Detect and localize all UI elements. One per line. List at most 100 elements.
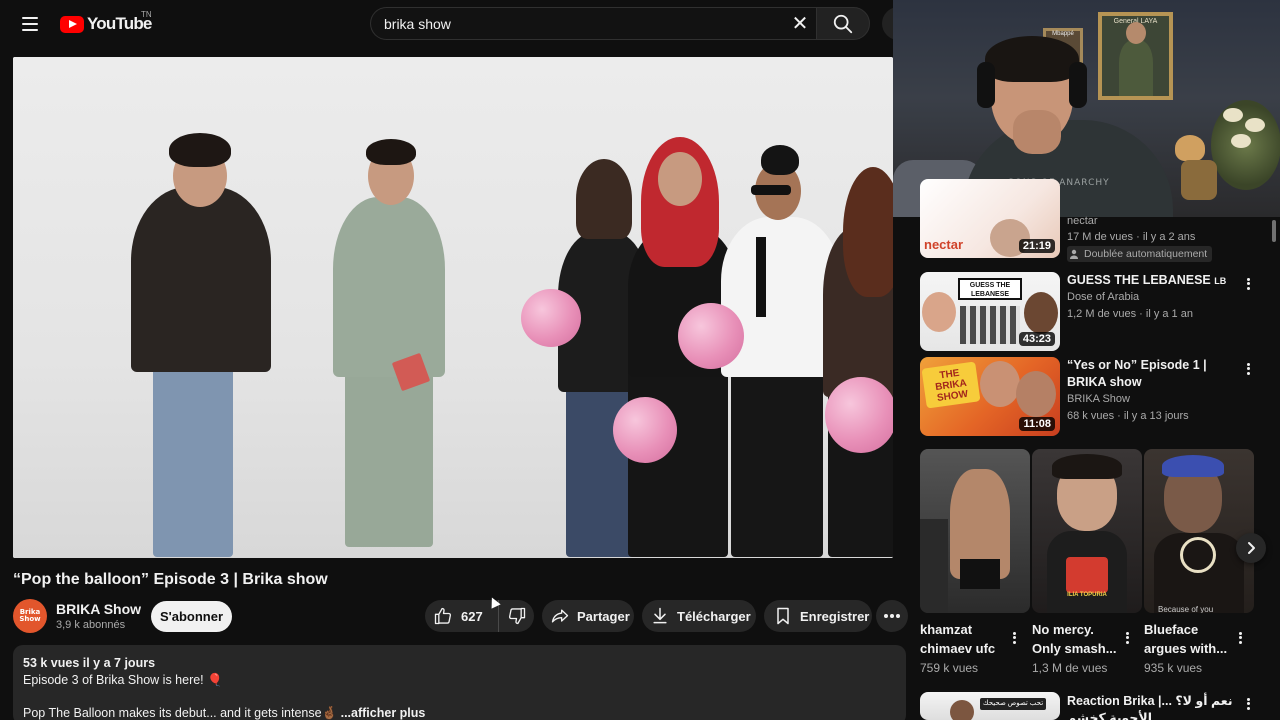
- video-title[interactable]: Reaction Brika |... نعم أو لا؟ الأجوبة ك…: [1067, 693, 1237, 720]
- auto-dubbed-badge: Doublée automatiquement: [1067, 246, 1213, 262]
- shorts-next-button[interactable]: [1236, 533, 1266, 563]
- person-4-head: [658, 152, 702, 206]
- download-label: Télécharger: [677, 608, 751, 624]
- channel-name[interactable]: nectar: [1067, 215, 1098, 227]
- share-button[interactable]: Partager: [542, 600, 634, 632]
- headset-right: [1069, 62, 1087, 108]
- short-hair: [1162, 455, 1224, 477]
- thumb-up-icon: [434, 607, 452, 625]
- portrait-head: [1126, 22, 1146, 44]
- channel-name[interactable]: BRIKA Show: [56, 601, 141, 617]
- search-icon: [833, 14, 853, 33]
- person-6-hair: [843, 167, 893, 297]
- avatar-text: Brika Show: [19, 608, 41, 623]
- short-menu-button[interactable]: [1234, 628, 1246, 648]
- short-caption: ILIA TOPURIA: [1067, 592, 1107, 598]
- download-button[interactable]: Télécharger: [642, 600, 756, 632]
- short-thumbnail[interactable]: ILIA TOPURIA: [1032, 449, 1142, 613]
- search-input[interactable]: [384, 16, 764, 32]
- short-title[interactable]: khamzat chimaev ufc: [920, 620, 1010, 658]
- video-player[interactable]: [13, 57, 893, 558]
- portrait-uniform: [1119, 40, 1153, 96]
- person-2-hair: [366, 139, 416, 165]
- country-code: TN: [141, 10, 152, 19]
- hamburger-icon-line: [22, 23, 38, 25]
- subscribe-button[interactable]: S'abonner: [151, 601, 232, 632]
- person-1-hair: [169, 133, 231, 167]
- related-video-3[interactable]: THE BRIKA SHOW 11:08 “Yes or No” Episode…: [920, 357, 1270, 436]
- related-video-2[interactable]: GUESS THE LEBANESE 43:23 GUESS THE LEBAN…: [920, 272, 1270, 351]
- channel-name[interactable]: Dose of Arabia: [1067, 291, 1139, 303]
- person-2-suit: [333, 197, 445, 377]
- video-stats: 1,2 M de vues · il y a 1 an: [1067, 308, 1193, 320]
- flag-code: LB: [1214, 276, 1227, 286]
- balloon: [613, 397, 677, 463]
- short-views: 1,3 M de vues: [1032, 661, 1108, 675]
- thumbnail-face: [950, 700, 974, 720]
- balloon: [521, 289, 581, 347]
- short-thumbnail[interactable]: [920, 449, 1030, 613]
- thumbnail-face: [1016, 371, 1056, 417]
- save-label: Enregistrer: [800, 608, 870, 624]
- share-label: Partager: [577, 608, 630, 624]
- dubbing-icon: [1070, 249, 1078, 259]
- short-title[interactable]: Blueface argues with...: [1144, 620, 1234, 658]
- hamburger-menu-button[interactable]: [14, 8, 46, 40]
- clear-search-icon[interactable]: ✕: [788, 12, 812, 36]
- person-5-glasses: [751, 185, 791, 195]
- save-button[interactable]: Enregistrer: [764, 600, 872, 632]
- youtube-logo[interactable]: YouTube TN: [60, 10, 152, 36]
- person-5-trousers: [731, 357, 823, 557]
- related-video-4[interactable]: تحب تصوص صحيحك Reaction Brika |... نعم أ…: [920, 692, 1270, 720]
- video-menu-button[interactable]: [1242, 694, 1254, 714]
- dislike-button[interactable]: [499, 600, 534, 632]
- video-menu-button[interactable]: [1242, 274, 1254, 294]
- person-1-jeans: [153, 357, 233, 557]
- video-duration: 43:23: [1018, 332, 1055, 346]
- short-menu-button[interactable]: [1121, 628, 1133, 648]
- headset-left: [977, 62, 995, 108]
- title-text: GUESS THE LEBANESE: [1067, 273, 1211, 287]
- like-dislike-group: 627: [425, 600, 534, 632]
- thumbnail-face: [922, 292, 956, 332]
- bookmark-icon: [777, 607, 789, 625]
- more-horizontal-icon: [884, 614, 900, 618]
- video-menu-button[interactable]: [1242, 359, 1254, 379]
- balloon: [825, 377, 893, 453]
- thumbnail-face: [1024, 292, 1058, 334]
- channel-avatar[interactable]: Brika Show: [13, 599, 47, 633]
- video-thumbnail[interactable]: THE BRIKA SHOW 11:08: [920, 357, 1060, 436]
- video-duration: 11:08: [1019, 417, 1055, 431]
- video-thumbnail[interactable]: تحب تصوص صحيحك: [920, 692, 1060, 720]
- video-title[interactable]: GUESS THE LEBANESE LB: [1067, 272, 1237, 290]
- short-caption: Because of you: [1158, 605, 1214, 613]
- short-figure-shorts: [960, 559, 1000, 589]
- short-views: 935 k vues: [1144, 661, 1203, 675]
- streamer-hair: [985, 36, 1079, 82]
- short-title[interactable]: No mercy. Only smash...: [1032, 620, 1122, 658]
- more-actions-button[interactable]: [876, 600, 908, 632]
- like-count: 627: [461, 608, 483, 624]
- description-box[interactable]: 53 k vues il y a 7 jours Episode 3 of Br…: [13, 645, 906, 720]
- short-menu-button[interactable]: [1008, 628, 1020, 648]
- search-box[interactable]: ✕: [370, 7, 816, 40]
- channel-name[interactable]: BRIKA Show: [1067, 393, 1130, 405]
- thumbnail-text: GUESS THE LEBANESE: [958, 278, 1022, 300]
- video-thumbnail[interactable]: GUESS THE LEBANESE 43:23: [920, 272, 1060, 351]
- video-stats: 68 k vues · il y a 13 jours: [1067, 410, 1189, 422]
- video-thumbnail[interactable]: nectar 21:19: [920, 179, 1060, 258]
- like-button[interactable]: 627: [425, 600, 499, 632]
- search-button[interactable]: [816, 7, 870, 40]
- short-thumbnail[interactable]: Because of you: [1144, 449, 1254, 613]
- video-title: “Pop the balloon” Episode 3 | Brika show: [13, 571, 328, 588]
- badge-label: Doublée automatiquement: [1084, 248, 1208, 260]
- hamburger-icon-line: [22, 29, 38, 31]
- streamer-hand: [1013, 110, 1061, 154]
- show-more-link[interactable]: ...afficher plus: [341, 706, 426, 720]
- video-title[interactable]: “Yes or No” Episode 1 | BRIKA show: [1067, 357, 1237, 391]
- thumbnail-face: [980, 361, 1020, 407]
- related-video-1[interactable]: nectar 21:19 nectar 17 M de vues · il y …: [920, 179, 1270, 262]
- scrollbar-thumb[interactable]: [1272, 220, 1276, 242]
- short-flag: [1066, 557, 1108, 593]
- youtube-play-icon: [60, 15, 84, 33]
